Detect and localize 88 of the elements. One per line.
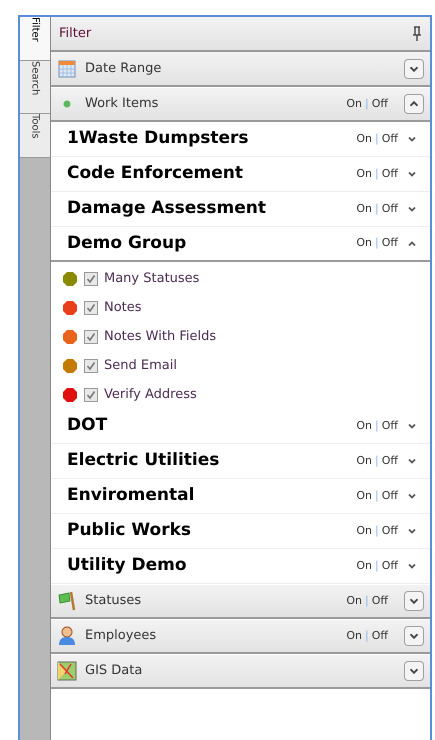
off-link[interactable]: Off: [382, 488, 398, 504]
section-header[interactable]: Date Range: [51, 52, 430, 87]
status-label: Notes: [104, 298, 142, 317]
off-link[interactable]: Off: [382, 418, 398, 434]
on-link[interactable]: On: [346, 96, 362, 112]
group-header[interactable]: Electric Utilities On | Off: [51, 444, 430, 479]
section-header[interactable]: Statuses On | Off: [51, 584, 430, 619]
toggle-separator: |: [375, 130, 379, 147]
off-link[interactable]: Off: [382, 130, 398, 148]
toggle-separator: |: [375, 418, 379, 434]
toggle-separator: |: [375, 558, 379, 574]
on-link[interactable]: On: [356, 200, 372, 218]
expand-button[interactable]: [404, 58, 424, 78]
off-link[interactable]: Off: [372, 628, 388, 644]
group-title: Enviromental: [67, 484, 196, 508]
group-header[interactable]: Enviromental On | Off: [51, 479, 430, 514]
calendar-icon: [58, 60, 76, 78]
on-link[interactable]: On: [346, 628, 362, 644]
expand-button[interactable]: [404, 591, 424, 611]
status-label: Verify Address: [104, 386, 197, 404]
toggle-separator: |: [375, 166, 379, 182]
toggle-separator: |: [375, 235, 379, 252]
group-header[interactable]: Code Enforcement On | Off: [51, 157, 430, 192]
section-header[interactable]: Work Items On | Off: [51, 87, 430, 122]
group-header[interactable]: 1Waste Dumpsters On | Off: [51, 122, 430, 157]
expand-button[interactable]: [404, 661, 424, 681]
on-link[interactable]: On: [356, 418, 372, 434]
side-tab[interactable]: Filter: [20, 17, 50, 61]
off-link[interactable]: Off: [382, 166, 398, 182]
status-dot-icon: [63, 100, 71, 108]
on-link[interactable]: On: [356, 130, 372, 148]
pin-icon[interactable]: [412, 26, 422, 42]
group-header[interactable]: Public Works On | Off: [51, 514, 430, 549]
off-link[interactable]: Off: [382, 452, 398, 470]
toggle-separator: |: [365, 96, 369, 112]
group-header[interactable]: DOT On | Off: [51, 409, 430, 444]
off-link[interactable]: Off: [382, 200, 398, 218]
toggle-separator: |: [365, 628, 369, 644]
panel-title: Filter: [59, 24, 92, 43]
section-title: Employees: [85, 627, 158, 646]
flag-icon: [57, 591, 77, 611]
group-header[interactable]: Damage Assessment On | Off: [51, 192, 430, 227]
group-title: Damage Assessment: [67, 197, 268, 220]
on-link[interactable]: On: [356, 558, 372, 574]
side-tab[interactable]: Search: [20, 60, 50, 114]
toggle-separator: |: [365, 592, 369, 609]
checkbox[interactable]: [84, 330, 98, 344]
on-link[interactable]: On: [346, 592, 362, 610]
status-label: Notes With Fields: [104, 328, 216, 346]
expand-button[interactable]: [404, 626, 424, 646]
group-header[interactable]: Demo Group On | Off: [51, 227, 430, 262]
toggle-separator: |: [375, 488, 379, 504]
off-link[interactable]: Off: [382, 522, 398, 540]
map-icon: [57, 661, 77, 681]
status-label: Send Email: [104, 356, 177, 375]
section-header[interactable]: GIS Data: [51, 654, 430, 689]
collapse-button[interactable]: [404, 94, 424, 114]
side-tab[interactable]: Tools: [20, 114, 50, 158]
group-title: Public Works: [67, 519, 192, 542]
group-title: Electric Utilities: [67, 449, 220, 472]
status-label: Many Statuses: [104, 270, 200, 288]
toggle-separator: |: [375, 522, 379, 539]
off-link[interactable]: Off: [372, 96, 388, 112]
section-title: Statuses: [85, 592, 142, 610]
off-link[interactable]: Off: [372, 592, 388, 610]
group-title: 1Waste Dumpsters: [67, 127, 250, 150]
toggle-separator: |: [375, 452, 379, 469]
checkbox[interactable]: [84, 300, 98, 314]
checkbox[interactable]: [84, 388, 98, 402]
off-link[interactable]: Off: [382, 558, 398, 574]
checkbox[interactable]: [84, 272, 98, 286]
group-title: DOT: [67, 414, 108, 438]
group-title: Code Enforcement: [67, 162, 244, 186]
group-title: Demo Group: [67, 232, 188, 255]
on-link[interactable]: On: [356, 488, 372, 504]
on-link[interactable]: On: [356, 522, 372, 540]
toggle-separator: |: [375, 200, 379, 217]
off-link[interactable]: Off: [382, 235, 398, 252]
section-title: Work Items: [85, 95, 160, 114]
group-title: Utility Demo: [67, 554, 188, 578]
checkbox[interactable]: [84, 358, 98, 372]
section-title: Date Range: [85, 60, 162, 78]
section-header[interactable]: Employees On | Off: [51, 619, 430, 654]
on-link[interactable]: On: [356, 235, 372, 252]
on-link[interactable]: On: [356, 166, 372, 182]
section-title: GIS Data: [85, 662, 144, 680]
on-link[interactable]: On: [356, 452, 372, 470]
person-icon: [58, 626, 76, 646]
